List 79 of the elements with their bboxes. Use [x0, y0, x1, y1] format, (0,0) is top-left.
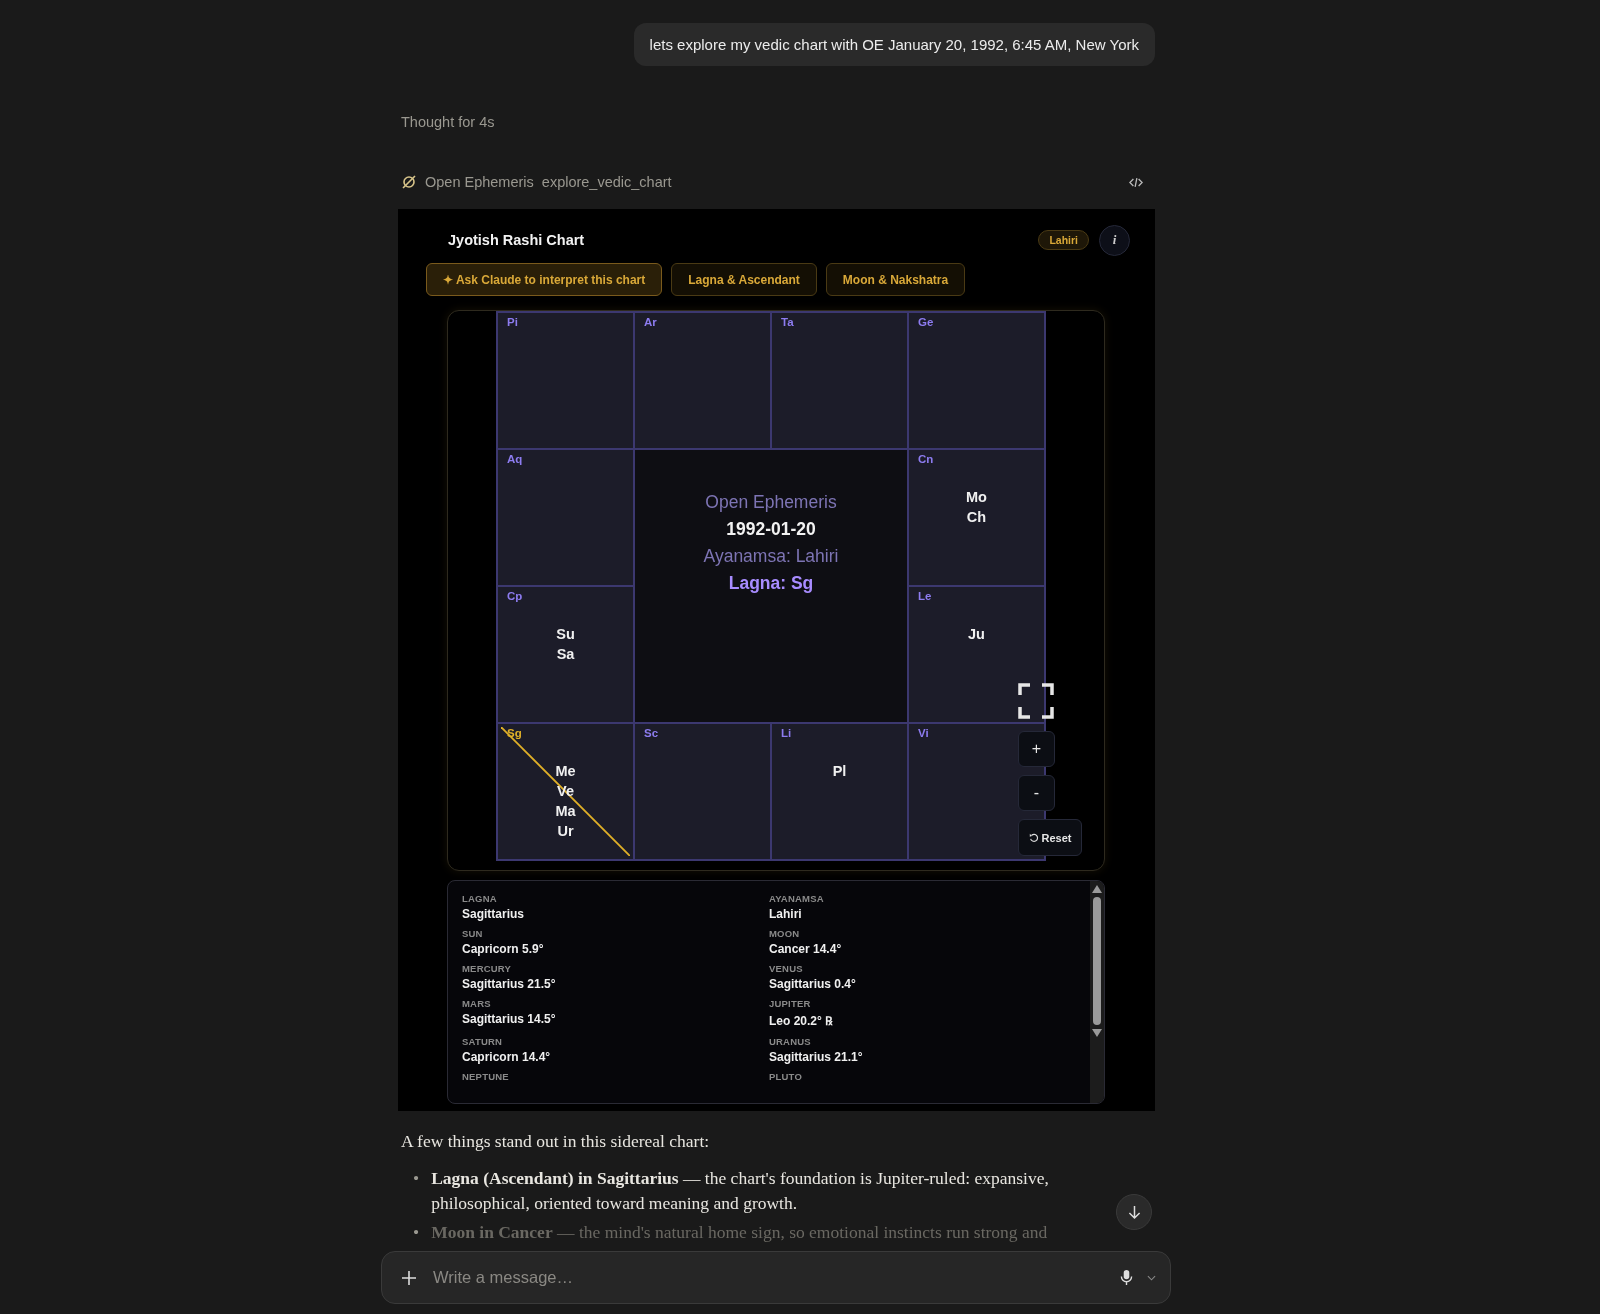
detail-label: LAGNA — [462, 893, 498, 904]
code-icon[interactable] — [1129, 176, 1143, 188]
detail-value: Cancer 14.4° — [769, 942, 843, 956]
sign-label: Cp — [506, 589, 523, 602]
detail-value: Sagittarius 21.5° — [462, 977, 557, 991]
sign-label: Sc — [643, 726, 659, 739]
scroll-down-button[interactable] — [1116, 1194, 1152, 1230]
scrollbar[interactable] — [1090, 881, 1104, 1103]
detail-value: Sagittarius 14.5° — [462, 1012, 557, 1026]
sign-label: Vi — [917, 726, 929, 739]
reset-icon — [1028, 832, 1039, 843]
bullet-marker: • — [413, 1221, 420, 1244]
prompt-button[interactable]: Moon & Nakshatra — [825, 263, 966, 296]
planet-label: Pl — [832, 762, 847, 781]
fullscreen-icon[interactable] — [1018, 683, 1054, 719]
detail-label: JUPITER — [769, 998, 812, 1009]
zoom-out-button[interactable]: - — [1018, 775, 1055, 811]
message-input[interactable]: Write a message… — [431, 1267, 1106, 1288]
detail-label: PLUTO — [769, 1071, 804, 1082]
detail-value: Sagittarius — [462, 907, 525, 921]
info-button[interactable]: i — [1099, 224, 1130, 256]
sign-label: Cn — [917, 452, 934, 465]
planet-label: Ma — [555, 802, 576, 821]
plus-icon[interactable] — [401, 1269, 417, 1286]
detail-value: Sagittarius 0.4° — [769, 977, 857, 991]
detail-label: VENUS — [769, 963, 804, 974]
bullet-marker: • — [413, 1167, 420, 1190]
microphone-icon[interactable] — [1120, 1269, 1133, 1286]
zoom-in-button[interactable]: + — [1018, 731, 1055, 767]
user-message: lets explore my vedic chart with OE January 20, 1992, 6:45 AM, New York — [633, 23, 1155, 66]
planet-label: Su — [556, 625, 575, 644]
chart-date: 1992-01-20 — [726, 519, 816, 540]
response-intro: A few things stand out in this sidereal chart: — [401, 1131, 711, 1152]
detail-value: Lahiri — [769, 907, 803, 921]
sign-label: Ar — [643, 315, 657, 328]
detail-label: MERCURY — [462, 963, 513, 974]
sign-label: Sg — [506, 726, 522, 739]
sign-label: Ge — [917, 315, 934, 328]
planet-label: Ch — [966, 508, 987, 527]
ayanamsa-label: Ayanamsa: Lahiri — [703, 546, 839, 567]
sign-label: Li — [780, 726, 792, 739]
arrow-down-icon — [1127, 1204, 1141, 1220]
lagna-label: Lagna: Sg — [728, 573, 814, 594]
detail-label: AYANAMSA — [769, 893, 825, 904]
detail-label: SUN — [462, 928, 484, 939]
scroll-down-icon[interactable] — [1092, 1029, 1102, 1037]
detail-label: URANUS — [769, 1036, 812, 1047]
planet-label: Ju — [968, 625, 985, 644]
planet-label: Mo — [966, 488, 987, 507]
detail-value: Leo 20.2° ℞ — [769, 1013, 834, 1029]
response-bullet: Lagna (Ascendant) in Sagittarius — the chart's foundation is Jupiter-ruled: expansive, philosophical, oriented toward meaning and growth. — [431, 1167, 1050, 1215]
planet-label: Me — [555, 762, 576, 781]
reset-button[interactable]: Reset — [1018, 819, 1082, 856]
orbit-icon — [401, 174, 417, 190]
detail-label: MOON — [769, 928, 801, 939]
detail-value: Sagittarius 21.1° — [769, 1050, 864, 1064]
response-bullet: Moon in Cancer — the mind's natural home sign, so emotional instincts run strong and — [431, 1221, 1049, 1244]
detail-label: SATURN — [462, 1036, 504, 1047]
detail-value: Capricorn 14.4° — [462, 1050, 552, 1064]
sign-label: Ta — [780, 315, 794, 328]
ayanamsa-badge: Lahiri — [1038, 230, 1089, 250]
scroll-up-icon[interactable] — [1092, 885, 1102, 893]
thought-label[interactable]: Thought for 4s — [398, 114, 1155, 130]
tool-name: explore_vedic_chart — [541, 174, 672, 190]
widget-title: Jyotish Rashi Chart — [448, 232, 585, 248]
detail-label: NEPTUNE — [462, 1071, 510, 1082]
prompt-button[interactable]: ✦ Ask Claude to interpret this chart — [426, 263, 663, 296]
prompt-button[interactable]: Lagna & Ascendant — [671, 263, 817, 296]
sign-label: Le — [917, 589, 932, 602]
chevron-down-icon[interactable] — [1147, 1274, 1156, 1281]
source-label: Open Ephemeris — [705, 492, 837, 513]
tool-provider: Open Ephemeris — [425, 174, 534, 190]
message-field[interactable]: Write a message… — [381, 1251, 1171, 1304]
sign-label: Pi — [506, 315, 518, 328]
detail-label: MARS — [462, 998, 492, 1009]
detail-value: Capricorn 5.9° — [462, 942, 545, 956]
planet-label: Ur — [557, 822, 574, 841]
sign-label: Aq — [506, 452, 523, 465]
planet-label: Sa — [556, 645, 575, 664]
